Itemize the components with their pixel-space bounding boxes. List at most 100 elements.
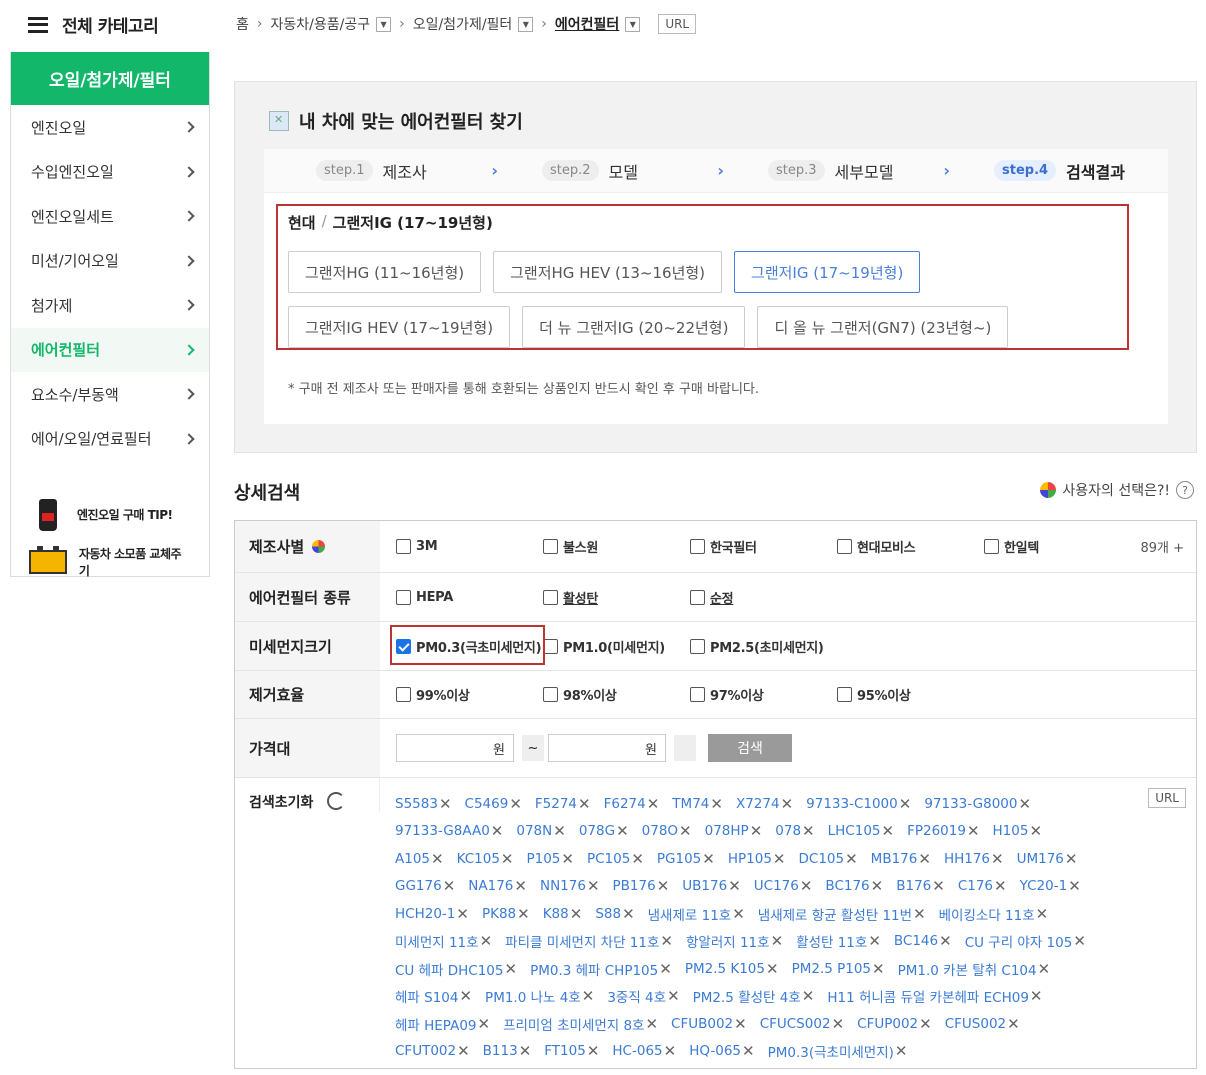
search-tag[interactable]: LHC105 ✕ (828, 818, 894, 846)
close-icon[interactable]: ✕ (587, 877, 600, 895)
close-icon[interactable]: ✕ (771, 932, 784, 950)
sidebar-item[interactable]: 에어/오일/연료필터 (11, 417, 209, 462)
close-icon[interactable]: ✕ (1065, 850, 1078, 868)
user-choice-help[interactable]: 사용자의 선택은?! ? (1040, 480, 1194, 500)
close-icon[interactable]: ✕ (582, 987, 595, 1005)
search-tag[interactable]: B113 ✕ (483, 1038, 532, 1066)
url-button[interactable]: URL (658, 14, 697, 34)
breadcrumb-current[interactable]: 에어컨필터 (555, 14, 619, 34)
close-icon[interactable]: ✕ (631, 850, 644, 868)
search-tag[interactable]: YC20-1 ✕ (1020, 873, 1081, 901)
close-icon[interactable]: ✕ (732, 905, 745, 923)
url-button[interactable]: URL (1148, 788, 1186, 808)
close-icon[interactable]: ✕ (587, 1042, 600, 1060)
search-tag[interactable]: 미세먼지 11호 ✕ (395, 928, 492, 956)
sidebar-heading[interactable]: 오일/첨가제/필터 (11, 52, 209, 105)
model-option-button[interactable]: 그랜저HG (11~16년형) (288, 251, 482, 293)
search-tag[interactable]: 078 ✕ (775, 818, 814, 846)
filter-checkbox[interactable]: PM1.0(미세먼지) (543, 637, 690, 656)
close-icon[interactable]: ✕ (802, 822, 815, 840)
close-icon[interactable]: ✕ (1030, 987, 1043, 1005)
search-tag[interactable]: UB176 ✕ (682, 873, 741, 901)
search-tag[interactable]: CFUT002 ✕ (395, 1038, 470, 1066)
breadcrumb-level2[interactable]: 오일/첨가제/필터 (413, 14, 513, 34)
search-tag[interactable]: MB176 ✕ (871, 845, 931, 873)
close-icon[interactable]: ✕ (734, 1015, 747, 1033)
search-tag[interactable]: F5274 ✕ (535, 790, 591, 818)
close-icon[interactable]: ✕ (728, 877, 741, 895)
price-max-input[interactable]: 원 (548, 734, 666, 762)
close-icon[interactable]: ✕ (882, 822, 895, 840)
dropdown-icon[interactable]: ▼ (518, 16, 534, 32)
filter-checkbox[interactable]: 한국필터 (690, 537, 837, 556)
search-tag[interactable]: 97133-G8AA0 ✕ (395, 818, 503, 846)
close-icon[interactable]: ✕ (439, 795, 452, 813)
search-tag[interactable]: 냄새제로 항균 활성탄 11번 ✕ (758, 900, 926, 928)
filter-checkbox[interactable]: PM2.5(초미세먼지) (690, 637, 837, 656)
search-tag[interactable]: CU 헤파 DHC105 ✕ (395, 955, 517, 983)
search-tag[interactable]: PM1.0 나노 4호 ✕ (485, 983, 594, 1011)
sidebar-item[interactable]: 에어컨필터 (11, 327, 209, 372)
search-tag[interactable]: C176 ✕ (958, 873, 1007, 901)
close-icon[interactable]: ✕ (802, 987, 815, 1005)
breadcrumb-home[interactable]: 홈 (236, 14, 249, 34)
search-tag[interactable]: FT105 ✕ (544, 1038, 599, 1066)
close-icon[interactable]: ✕ (710, 795, 723, 813)
close-icon[interactable]: ✕ (456, 905, 469, 923)
model-option-button[interactable]: 그랜저IG (17~19년형) (734, 251, 921, 293)
search-tag[interactable]: DC105 ✕ (799, 845, 858, 873)
close-icon[interactable]: ✕ (457, 1042, 470, 1060)
search-tag[interactable]: F6274 ✕ (604, 790, 660, 818)
close-icon[interactable]: ✕ (991, 850, 1004, 868)
close-icon[interactable]: ✕ (443, 877, 456, 895)
search-tag[interactable]: 97133-G8000 ✕ (924, 790, 1031, 818)
search-tag[interactable]: NA176 ✕ (468, 873, 527, 901)
close-icon[interactable]: ✕ (519, 1042, 532, 1060)
search-tag[interactable]: HH176 ✕ (944, 845, 1004, 873)
close-icon[interactable]: ✕ (939, 932, 952, 950)
search-tag[interactable]: A105 ✕ (395, 845, 444, 873)
search-tag[interactable]: TM74 ✕ (672, 790, 723, 818)
checkbox-icon[interactable] (543, 687, 558, 702)
close-icon[interactable]: ✕ (431, 850, 444, 868)
close-icon[interactable]: ✕ (1073, 932, 1086, 950)
close-icon[interactable]: ✕ (899, 795, 912, 813)
close-icon[interactable]: ✕ (553, 822, 566, 840)
dropdown-icon[interactable]: ▼ (376, 16, 392, 32)
search-tag[interactable]: C5469 ✕ (465, 790, 522, 818)
close-icon[interactable]: ✕ (913, 905, 926, 923)
step-submodel[interactable]: step.3 세부모델 › (716, 159, 950, 183)
checkbox-icon[interactable] (543, 539, 558, 554)
close-icon[interactable]: ✕ (750, 822, 763, 840)
search-tag[interactable]: CFUB002 ✕ (671, 1010, 747, 1038)
close-icon[interactable]: ✕ (800, 877, 813, 895)
category-header[interactable]: 전체 카테고리 (28, 12, 159, 37)
close-icon[interactable]: ✕ (660, 932, 673, 950)
search-tag[interactable]: BC176 ✕ (825, 873, 883, 901)
checkbox-icon[interactable] (837, 539, 852, 554)
close-icon[interactable]: ✕ (570, 905, 583, 923)
sidebar-item[interactable]: 수입엔진오일 (11, 150, 209, 195)
search-tag[interactable]: 헤파 HEPA09 ✕ (395, 1010, 490, 1038)
sidebar-item[interactable]: 첨가제 (11, 283, 209, 328)
refresh-icon[interactable] (327, 792, 346, 810)
search-tag[interactable]: X7274 ✕ (736, 790, 793, 818)
question-icon[interactable]: ? (1176, 481, 1194, 499)
search-tag[interactable]: S88 ✕ (595, 900, 634, 928)
search-tag[interactable]: 078HP ✕ (705, 818, 763, 846)
promo-oil-tip[interactable]: 엔진오일 구매 TIP! (11, 491, 209, 538)
filter-checkbox[interactable]: 한일텍 (984, 537, 1131, 556)
search-tag[interactable]: CFUCS002 ✕ (760, 1010, 844, 1038)
close-icon[interactable]: ✕ (742, 1042, 755, 1060)
close-icon[interactable]: ✕ (664, 1042, 677, 1060)
filter-checkbox[interactable]: 불스원 (543, 537, 690, 556)
search-tag[interactable]: 활성탄 11호 ✕ (796, 928, 881, 956)
search-tag[interactable]: CU 구리 야자 105 ✕ (965, 928, 1086, 956)
close-icon[interactable]: ✕ (478, 1015, 491, 1033)
close-icon[interactable]: ✕ (679, 822, 692, 840)
path-maker[interactable]: 현대 (288, 212, 316, 233)
close-icon[interactable]: ✕ (514, 877, 527, 895)
close-icon[interactable]: ✕ (622, 905, 635, 923)
close-icon[interactable]: ✕ (832, 1015, 845, 1033)
step-model[interactable]: step.2 모델 › (490, 159, 724, 183)
